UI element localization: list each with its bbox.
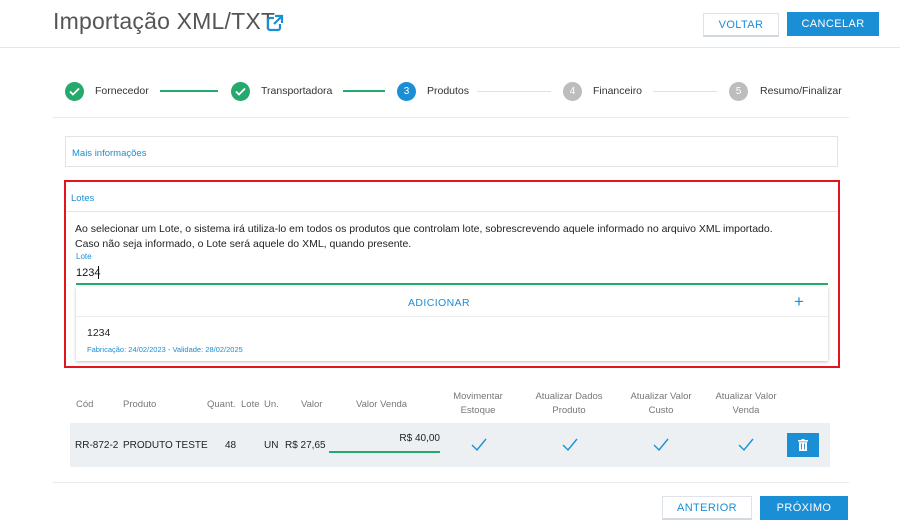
step-4-number[interactable]: 4 [563, 82, 582, 101]
cell-produto: PRODUTO TESTE [123, 440, 208, 451]
external-link-icon[interactable] [266, 14, 284, 32]
th-movimentar-line2: Estoque [460, 405, 496, 416]
step-3-number[interactable]: 3 [397, 82, 416, 101]
th-atualizar-valor-venda: Atualizar Valor Venda [710, 390, 782, 418]
trash-icon [798, 439, 808, 451]
text-caret [98, 266, 99, 279]
step-label-produtos[interactable]: Produtos [427, 85, 469, 97]
lotes-info-text-1: Ao selecionar um Lote, o sistema irá uti… [75, 223, 773, 235]
step-connector [343, 90, 385, 92]
mais-informacoes-panel[interactable]: Mais informações [65, 136, 838, 167]
step-2-check-icon[interactable] [231, 82, 250, 101]
th-valor-venda: Valor Venda [356, 399, 408, 410]
th-atu-dados-line1: Atualizar Dados [535, 391, 603, 402]
th-atu-venda-line1: Atualizar Valor [715, 391, 777, 402]
cell-cod: RR-872-2 [75, 440, 119, 451]
check-icon-movimentar-estoque[interactable] [471, 438, 487, 452]
plus-icon[interactable]: + [794, 292, 804, 312]
lote-field-label: Lote [76, 252, 92, 261]
table-row[interactable]: RR-872-2 PRODUTO TESTE 48 UN R$ 27,65 R$… [70, 423, 830, 467]
check-icon-atualizar-dados[interactable] [562, 438, 578, 452]
adicionar-lote-button[interactable]: ADICIONAR + [76, 287, 828, 317]
cell-quant: 48 [225, 440, 237, 451]
lote-dropdown-card: ADICIONAR + 1234 Fabricação: 24/02/2023 … [76, 287, 828, 361]
products-table-header: Cód Produto Quant. Lote Un. Valor Valor … [66, 388, 832, 422]
valor-venda-input[interactable]: R$ 40,00 [329, 431, 440, 453]
th-valor: Valor [301, 399, 323, 410]
step-label-financeiro[interactable]: Financeiro [593, 85, 642, 97]
wizard-stepper: Fornecedor Transportadora 3 Produtos 4 F… [53, 68, 849, 118]
delete-row-button[interactable] [787, 433, 819, 457]
lotes-title[interactable]: Lotes [71, 193, 94, 204]
lote-item-dates: Fabricação: 24/02/2023 - Validade: 28/02… [87, 345, 243, 354]
step-5-number[interactable]: 5 [729, 82, 748, 101]
th-atu-dados-line2: Produto [552, 405, 586, 416]
voltar-button[interactable]: VOLTAR [703, 13, 779, 37]
page-title: Importação XML/TXT [53, 8, 276, 34]
step-label-fornecedor[interactable]: Fornecedor [95, 85, 149, 97]
lotes-info-text-2: Caso não seja informado, o Lote será aqu… [75, 238, 412, 250]
adicionar-label[interactable]: ADICIONAR [76, 297, 802, 309]
th-atu-custo-line1: Atualizar Valor [630, 391, 692, 402]
th-cod: Cód [76, 399, 94, 410]
proximo-button[interactable]: PRÓXIMO [760, 496, 848, 520]
step-connector [653, 91, 717, 92]
mais-informacoes-title[interactable]: Mais informações [72, 148, 146, 159]
th-atu-custo-line2: Custo [648, 405, 674, 416]
cell-valor: R$ 27,65 [285, 440, 326, 451]
th-atu-venda-line2: Venda [732, 405, 760, 416]
lotes-panel-header[interactable]: Lotes [66, 182, 838, 212]
step-connector [160, 90, 218, 92]
th-atualizar-valor-custo: Atualizar Valor Custo [625, 390, 697, 418]
th-un: Un. [264, 399, 279, 410]
anterior-button[interactable]: ANTERIOR [662, 496, 752, 520]
cancelar-button[interactable]: CANCELAR [787, 12, 879, 36]
step-connector [477, 91, 551, 92]
lote-input[interactable] [76, 263, 828, 285]
th-lote: Lote [241, 399, 260, 410]
step-label-resumo[interactable]: Resumo/Finalizar [760, 85, 842, 97]
th-produto: Produto [123, 399, 157, 410]
footer-divider [53, 482, 849, 483]
th-quant: Quant. [207, 399, 236, 410]
page-header: Importação XML/TXT VOLTAR CANCELAR [0, 0, 900, 48]
th-atualizar-dados-produto: Atualizar Dados Produto [530, 390, 608, 418]
step-1-check-icon[interactable] [65, 82, 84, 101]
cell-un: UN [264, 440, 279, 451]
check-icon-atualizar-venda[interactable] [738, 438, 754, 452]
step-label-transportadora[interactable]: Transportadora [261, 85, 332, 97]
th-movimentar-estoque: Movimentar Estoque [448, 390, 508, 418]
check-icon-atualizar-custo[interactable] [653, 438, 669, 452]
th-movimentar-line1: Movimentar [453, 391, 503, 402]
lote-item-code[interactable]: 1234 [87, 327, 110, 339]
